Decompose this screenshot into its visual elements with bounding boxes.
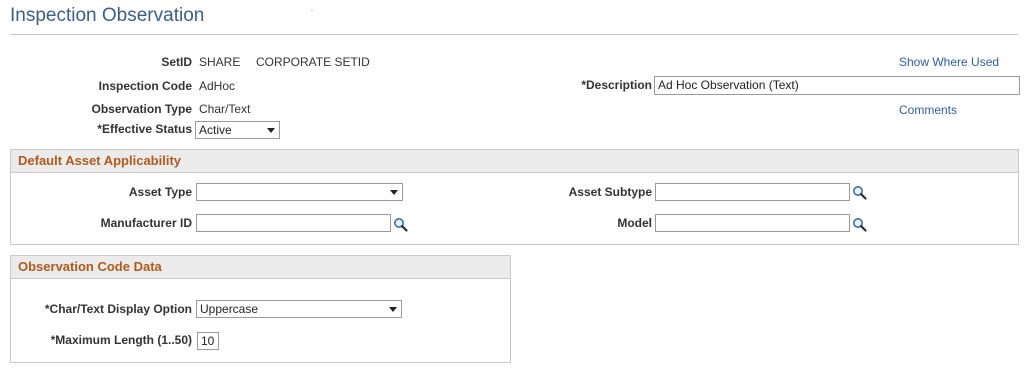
display-option-label: *Char/Text Display Option	[44, 302, 192, 316]
manufacturer-lookup-magnifier-icon[interactable]	[393, 217, 409, 233]
observation-code-header: Observation Code Data	[11, 256, 510, 279]
model-lookup-magnifier-icon[interactable]	[852, 217, 868, 233]
observation-type-value: Char/Text	[199, 102, 251, 116]
chevron-down-icon	[390, 190, 398, 195]
chevron-down-icon	[389, 307, 397, 312]
max-length-field[interactable]: 10	[197, 332, 219, 350]
effective-status-label: *Effective Status	[97, 122, 192, 136]
setid-label: SetID	[161, 55, 192, 69]
inspection-code-value: AdHoc	[199, 79, 236, 93]
page-title: Inspection Observation	[10, 5, 205, 26]
title-divider	[10, 34, 1018, 35]
asset-applicability-title: Default Asset Applicability	[18, 153, 182, 168]
comments-link[interactable]: Comments	[899, 103, 957, 117]
asset-type-label: Asset Type	[128, 185, 192, 199]
show-where-used-link[interactable]: Show Where Used	[899, 55, 999, 69]
asset-type-select[interactable]	[196, 183, 403, 201]
asset-applicability-header: Default Asset Applicability	[11, 150, 1018, 173]
effective-status-value: Active	[199, 123, 232, 137]
display-option-select[interactable]: Uppercase	[196, 300, 402, 318]
observation-code-title: Observation Code Data	[18, 259, 162, 274]
model-field[interactable]	[655, 214, 850, 232]
model-label: Model	[617, 216, 652, 230]
manufacturer-id-label: Manufacturer ID	[100, 216, 192, 230]
setid-value: SHARE	[199, 55, 241, 69]
inspection-code-label: Inspection Code	[98, 79, 192, 93]
description-label: *Description	[581, 78, 652, 92]
divider	[311, 10, 313, 11]
display-option-value: Uppercase	[200, 302, 259, 316]
manufacturer-id-field[interactable]	[196, 214, 391, 232]
observation-type-label: Observation Type	[91, 102, 192, 116]
max-length-label: *Maximum Length (1..50)	[50, 333, 192, 347]
description-field[interactable]: Ad Hoc Observation (Text)	[654, 76, 1020, 95]
asset-subtype-label: Asset Subtype	[568, 185, 652, 199]
asset-subtype-lookup-magnifier-icon[interactable]	[852, 185, 868, 201]
effective-status-select[interactable]: Active	[195, 121, 280, 139]
setid-description: CORPORATE SETID	[256, 55, 370, 69]
asset-subtype-field[interactable]	[655, 183, 850, 201]
chevron-down-icon	[267, 128, 275, 133]
